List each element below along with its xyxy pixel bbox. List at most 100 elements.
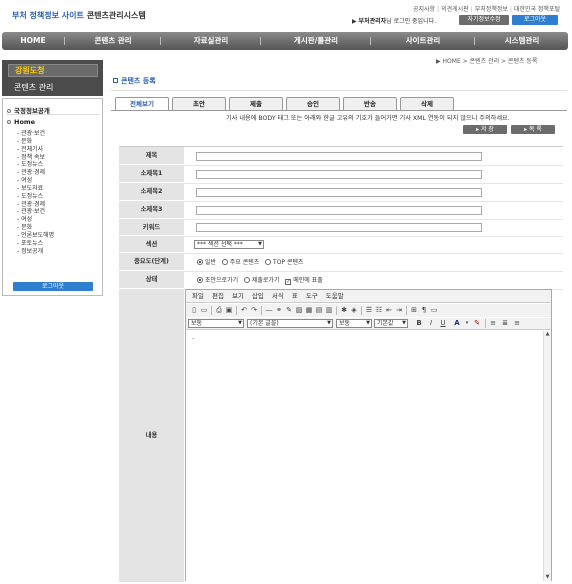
status-draft[interactable]: 초안으로가기 [197, 277, 238, 284]
editor-scrollbar[interactable]: ▲ ▼ [543, 331, 551, 581]
highlight-icon[interactable]: ✎ [473, 319, 481, 327]
keyword-input[interactable] [196, 223, 482, 232]
editor-content-area[interactable]: . [186, 331, 544, 581]
sidebar-tree-item[interactable]: - 보도자료 [17, 185, 54, 193]
title-input[interactable] [196, 152, 482, 161]
sidebar-tree-item[interactable]: - 도정뉴스 [17, 193, 54, 201]
new-document-icon[interactable]: ▯ [190, 306, 198, 314]
ordered-list-icon[interactable]: ☰ [365, 306, 373, 314]
sidebar-tree-item[interactable]: - 문화 [17, 138, 54, 146]
eraser-icon[interactable]: ◈ [350, 306, 358, 314]
special-char-icon[interactable]: ✱ [340, 306, 348, 314]
sidebar-tree-item[interactable]: - 여성 [17, 216, 54, 224]
check-icon: ✓ [285, 279, 292, 285]
image-icon[interactable]: ▨ [295, 306, 303, 314]
sidebar-section-title: 콘텐츠 관리 [14, 83, 54, 92]
font-family-select[interactable]: (기본 글꼴) ▼ [247, 319, 333, 328]
underline-icon[interactable]: U [439, 319, 447, 327]
tab-submitted[interactable]: 제출 [229, 97, 283, 111]
unordered-list-icon[interactable]: ☷ [375, 306, 383, 314]
line-height-select[interactable]: 기본값 ▼ [374, 319, 408, 328]
menu-view[interactable]: 보기 [232, 292, 244, 300]
indent-icon[interactable]: ⇥ [395, 306, 403, 314]
sidebar-tree-item[interactable]: - 정보공개 [17, 248, 54, 256]
table-grid-icon[interactable]: ▤ [315, 306, 323, 314]
logout-button-top[interactable]: 로그아웃 [512, 15, 558, 25]
horizontal-rule-icon[interactable]: — [265, 306, 273, 314]
xml-notice: 기사 내용에 BODY 태그 또는 아래와 한글 고유의 기호가 들어가면 기사… [226, 115, 510, 122]
align-right-icon[interactable]: ≡ [513, 319, 521, 327]
chevron-down-icon: ▼ [238, 320, 242, 326]
menu-insert[interactable]: 삽입 [252, 292, 264, 300]
italic-icon[interactable]: I [427, 319, 435, 327]
top-link-notice[interactable]: 공지사항 [413, 6, 435, 13]
main-nav: HOME 콘텐츠 관리 자료실관리 게시판/툴관리 사이트관리 시스템관리 [2, 32, 568, 50]
subtitle1-input[interactable] [196, 170, 482, 179]
save-button[interactable]: ▸ 저 장 [463, 125, 507, 134]
nav-content[interactable]: 콘텐츠 관리 [72, 32, 154, 50]
sidebar-tree-item[interactable]: - 언론보도해명 [17, 232, 54, 240]
site-title-dark: 콘텐츠관리시스템 [86, 11, 146, 20]
top-link-board[interactable]: 의견게시판 [441, 6, 469, 13]
show-on-main-checkbox[interactable]: ✓ 메인에 표출 [285, 277, 323, 285]
sidebar-tree-item[interactable]: - 정책 속보 [17, 154, 54, 162]
top-link-policy[interactable]: 부처정책정보 [475, 6, 508, 13]
menu-tools[interactable]: 도구 [306, 292, 318, 300]
redo-icon[interactable]: ↷ [250, 306, 258, 314]
list-button[interactable]: ▸ 목 록 [511, 125, 555, 134]
box-icon[interactable]: ▭ [430, 306, 438, 314]
importance-main[interactable]: 주요 콘텐츠 [221, 259, 259, 266]
sidebar-tree-item[interactable]: - 포토뉴스 [17, 240, 54, 248]
nav-home[interactable]: HOME [8, 32, 58, 50]
paragraph-mark-icon[interactable]: ¶ [420, 306, 428, 314]
edit-pencil-icon[interactable]: ✎ [285, 306, 293, 314]
chart-icon[interactable]: ▥ [325, 306, 333, 314]
dropdown-arrow-icon[interactable]: ▾ [463, 319, 471, 327]
media-icon[interactable]: ▦ [305, 306, 313, 314]
menu-help[interactable]: 도움말 [326, 292, 344, 300]
outdent-icon[interactable]: ⇤ [385, 306, 393, 314]
sidebar-tree-item[interactable]: - 전체기사 [17, 146, 54, 154]
sidebar-tree-item[interactable]: - 관광·경제 [17, 169, 54, 177]
font-color-icon[interactable]: A [453, 319, 461, 327]
nav-site[interactable]: 사이트관리 [378, 32, 468, 50]
subtitle2-input[interactable] [196, 188, 482, 197]
tree-root-home[interactable]: Home [7, 118, 35, 126]
sidebar-logout-button[interactable]: 로그아웃 [13, 282, 93, 291]
sidebar-tree-item[interactable]: - 문화 [17, 224, 54, 232]
importance-normal[interactable]: 일반 [197, 259, 216, 266]
font-size-select[interactable]: 보통 ▼ [336, 319, 372, 328]
subtitle3-input[interactable] [196, 206, 482, 215]
sidebar-tree-item[interactable]: - 여성 [17, 177, 54, 185]
nav-system[interactable]: 시스템관리 [482, 32, 562, 50]
tab-deleted[interactable]: 삭제 [400, 97, 454, 111]
status-submit[interactable]: 제출로가기 [243, 277, 279, 284]
edit-profile-button[interactable]: 자기정보수정 [459, 15, 509, 25]
preview-icon[interactable]: ▣ [225, 306, 233, 314]
align-center-icon[interactable]: ≣ [501, 319, 509, 327]
scroll-up-icon[interactable]: ▲ [544, 331, 551, 338]
importance-top[interactable]: TOP 콘텐츠 [265, 259, 304, 266]
print-icon[interactable]: ⎙ [215, 306, 223, 314]
top-link-portal[interactable]: 대한민국 정책포털 [514, 6, 560, 13]
menu-edit[interactable]: 편집 [212, 292, 224, 300]
paragraph-style-select[interactable]: 보통 ▼ [188, 319, 244, 328]
tab-returned[interactable]: 반송 [343, 97, 397, 111]
undo-icon[interactable]: ↶ [240, 306, 248, 314]
nav-board[interactable]: 게시판/툴관리 [268, 32, 364, 50]
tab-draft[interactable]: 초안 [172, 97, 226, 111]
section-select[interactable]: *** 섹션 선택 *** ▼ [194, 240, 264, 249]
nav-archive[interactable]: 자료실관리 [168, 32, 254, 50]
open-folder-icon[interactable]: ▭ [200, 306, 208, 314]
insert-table-icon[interactable]: ⊞ [410, 306, 418, 314]
tab-approved[interactable]: 승인 [286, 97, 340, 111]
align-left-icon[interactable]: ≡ [489, 319, 497, 327]
bold-icon[interactable]: B [415, 319, 423, 327]
sidebar-tree-item[interactable]: - 관광·보건 [17, 130, 54, 138]
scroll-down-icon[interactable]: ▼ [544, 574, 551, 581]
menu-table[interactable]: 표 [292, 292, 298, 300]
menu-file[interactable]: 파일 [192, 292, 204, 300]
link-icon[interactable]: ⚭ [275, 306, 283, 314]
menu-format[interactable]: 서식 [272, 292, 284, 300]
tab-all[interactable]: 전체보기 [115, 97, 169, 111]
